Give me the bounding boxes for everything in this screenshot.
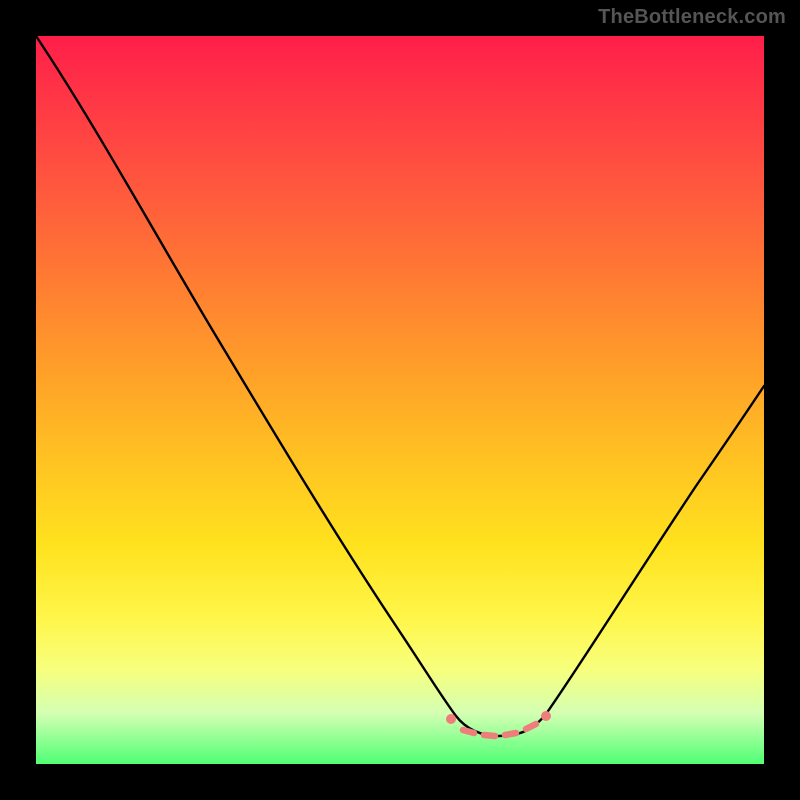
bottleneck-curve [36, 36, 764, 736]
highlight-dash-3 [505, 733, 516, 735]
highlight-dash-2 [484, 735, 495, 736]
highlight-dash-1 [463, 730, 474, 733]
watermark-text: TheBottleneck.com [598, 6, 786, 29]
highlight-start-dot [446, 714, 456, 724]
highlight-end-dot [541, 711, 551, 721]
chart-stage: TheBottleneck.com [0, 0, 800, 800]
highlight-dash-4 [526, 724, 536, 729]
curve-svg [36, 36, 764, 764]
plot-area [36, 36, 764, 764]
